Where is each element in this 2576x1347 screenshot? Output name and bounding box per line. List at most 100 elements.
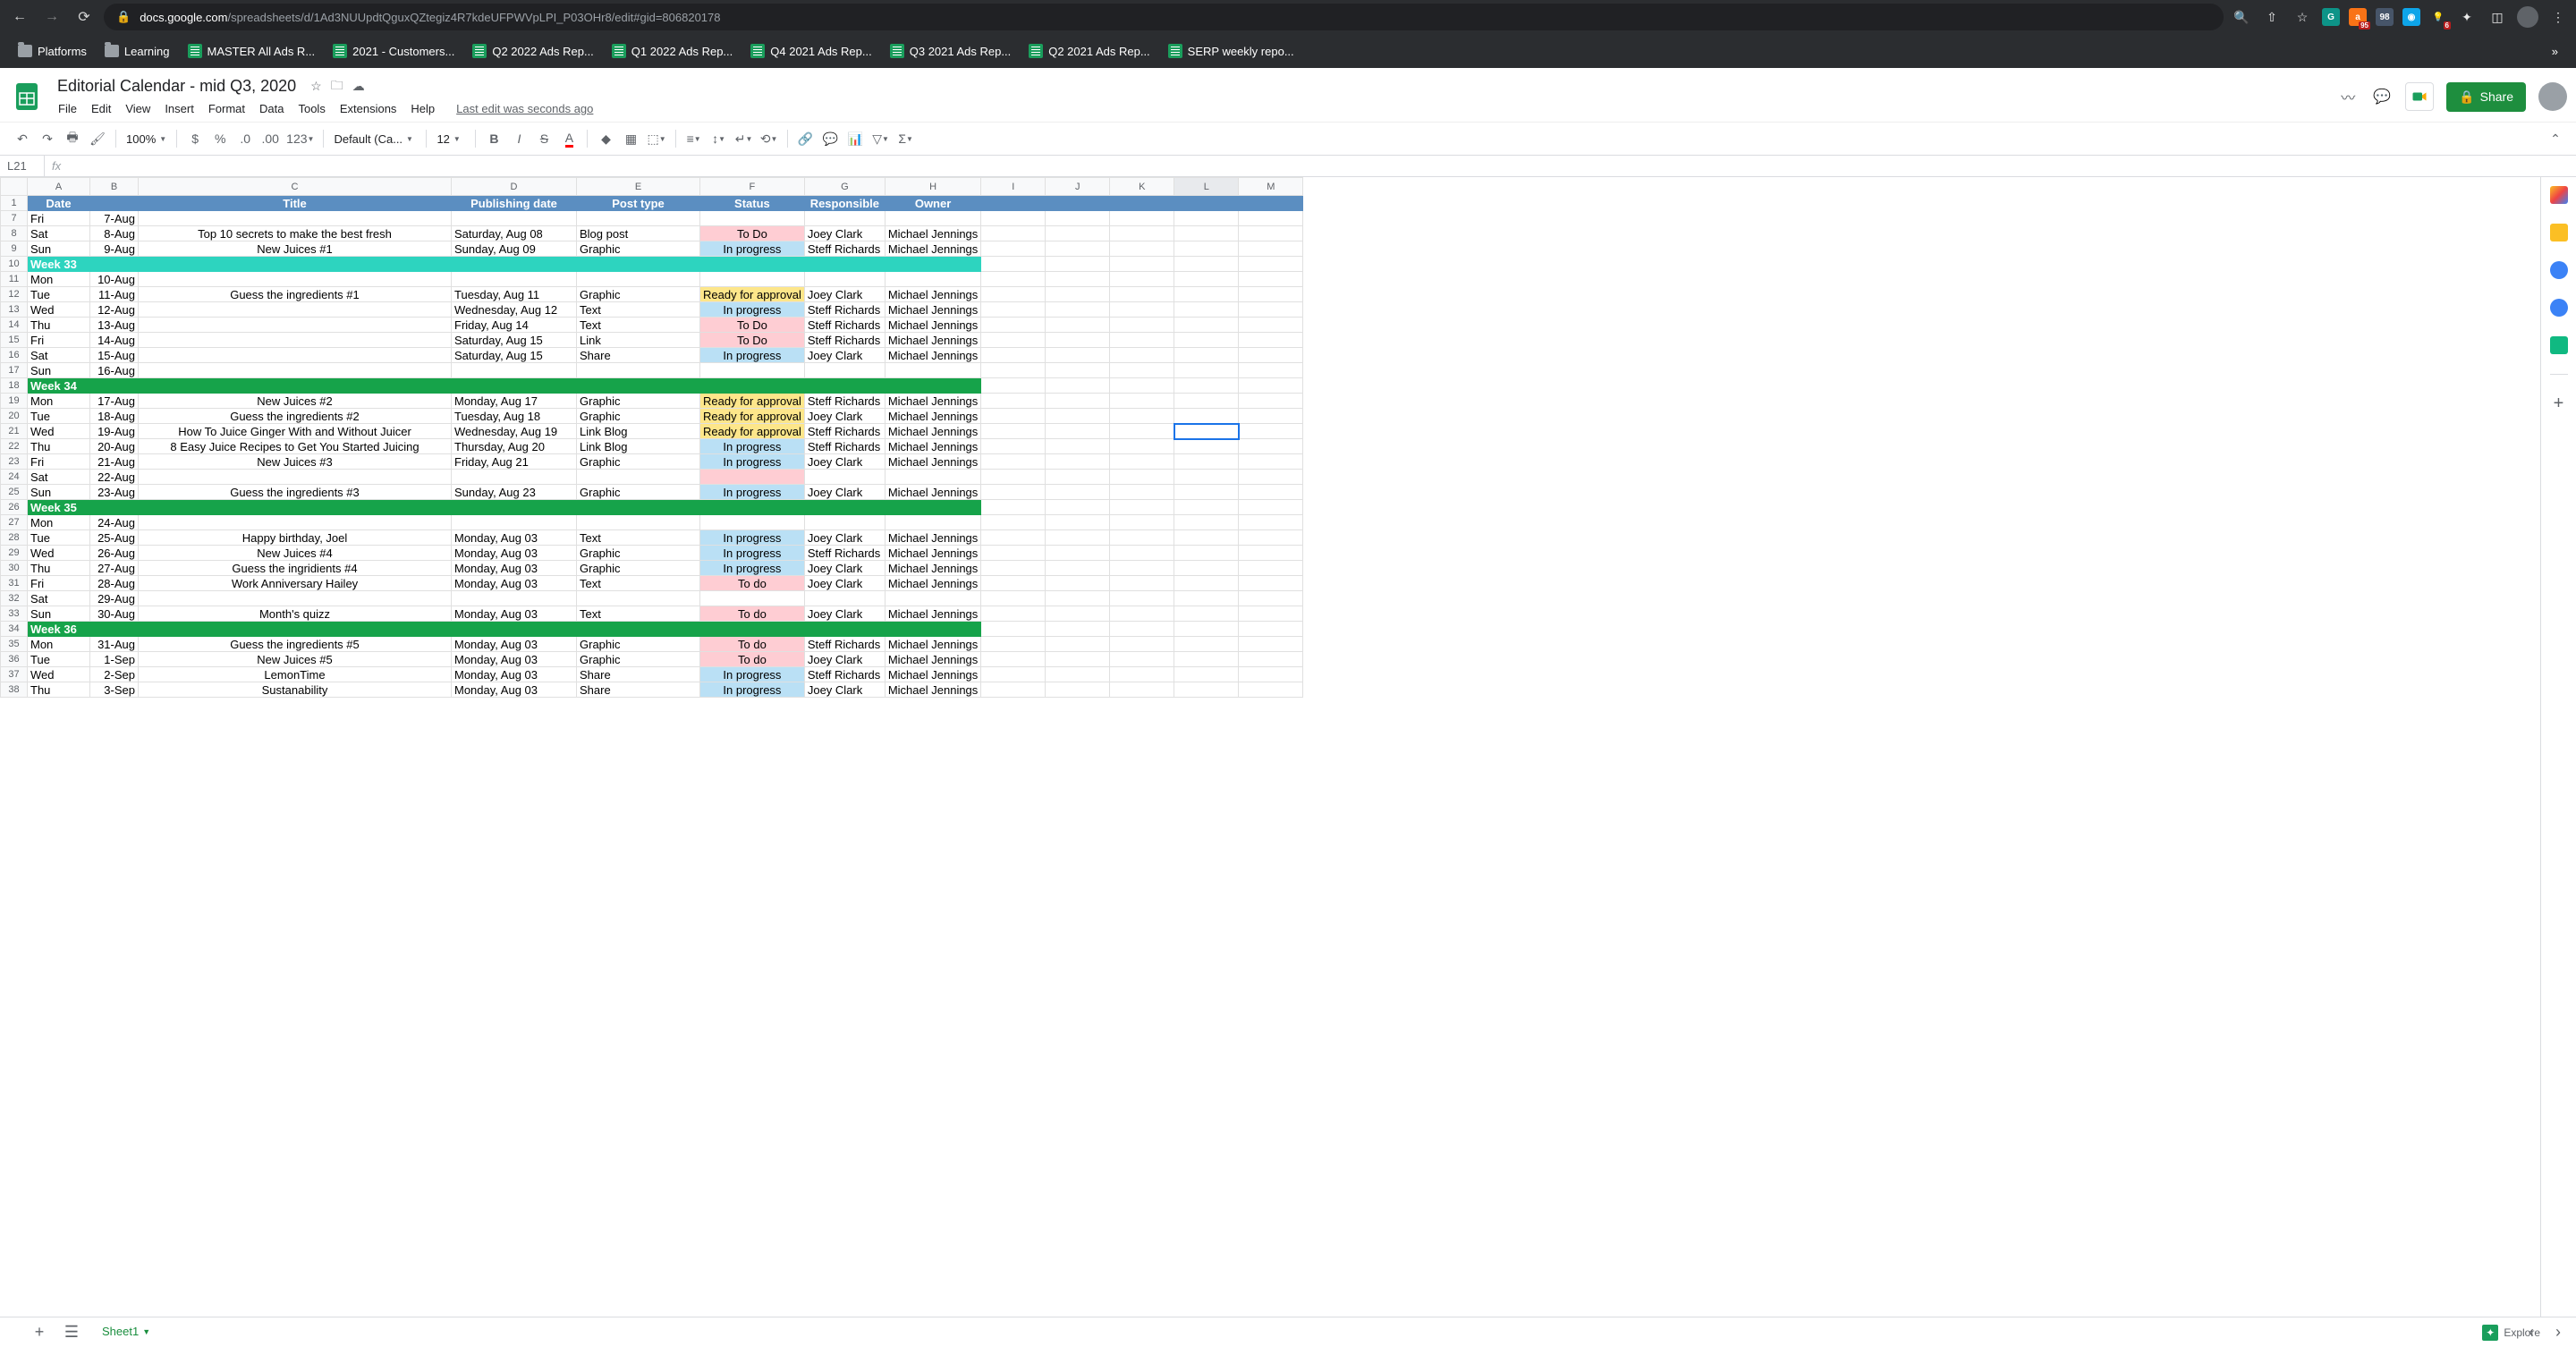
row-header[interactable]: 13 (1, 302, 28, 318)
cell[interactable] (1110, 576, 1174, 591)
select-all-corner[interactable] (1, 178, 28, 196)
cell[interactable] (1239, 606, 1303, 622)
cell[interactable]: Top 10 secrets to make the best fresh (139, 226, 452, 241)
cell[interactable]: Share (577, 348, 700, 363)
cell[interactable] (981, 363, 1046, 378)
row-header[interactable]: 37 (1, 667, 28, 682)
italic-button[interactable]: I (507, 127, 530, 150)
cell[interactable]: Steff Richards (804, 667, 885, 682)
cell[interactable]: Text (577, 318, 700, 333)
side-panel-icon[interactable]: ◫ (2487, 6, 2508, 28)
cell[interactable] (885, 363, 980, 378)
cell[interactable]: Michael Jennings (885, 333, 980, 348)
bookmark-item[interactable]: 2021 - Customers... (326, 40, 462, 62)
cell[interactable]: Graphic (577, 652, 700, 667)
cell[interactable] (981, 439, 1046, 454)
all-sheets-button[interactable]: ☰ (59, 1320, 84, 1345)
bookmark-star-icon[interactable]: ☆ (2292, 6, 2313, 28)
cell[interactable]: 22-Aug (90, 470, 139, 485)
cell[interactable] (1239, 211, 1303, 226)
cell[interactable] (981, 211, 1046, 226)
profile-avatar[interactable] (2517, 6, 2538, 28)
cell[interactable] (1174, 318, 1239, 333)
cell[interactable]: Guess the ingredients #2 (139, 409, 452, 424)
cell[interactable]: To Do (700, 318, 805, 333)
cell[interactable]: Steff Richards (804, 637, 885, 652)
cell[interactable] (1110, 363, 1174, 378)
cell[interactable] (577, 591, 700, 606)
cell[interactable] (1110, 591, 1174, 606)
cell[interactable] (1239, 409, 1303, 424)
undo-button[interactable]: ↶ (11, 127, 34, 150)
cell[interactable] (1174, 682, 1239, 698)
cell[interactable]: 7-Aug (90, 211, 139, 226)
cell[interactable] (1239, 652, 1303, 667)
percent-button[interactable]: % (208, 127, 232, 150)
cell[interactable]: Text (577, 302, 700, 318)
cell[interactable] (139, 470, 452, 485)
cell[interactable]: Michael Jennings (885, 409, 980, 424)
cell[interactable]: Joey Clark (804, 409, 885, 424)
cell[interactable]: Michael Jennings (885, 348, 980, 363)
document-title[interactable]: Editorial Calendar - mid Q3, 2020 (52, 75, 301, 97)
row-header[interactable]: 16 (1, 348, 28, 363)
cell[interactable]: Joey Clark (804, 652, 885, 667)
cell[interactable] (90, 196, 139, 211)
cell[interactable]: Text (577, 606, 700, 622)
cell[interactable] (1174, 348, 1239, 363)
bookmark-item[interactable]: Q2 2022 Ads Rep... (465, 40, 600, 62)
cell[interactable] (1110, 515, 1174, 530)
cell[interactable] (1174, 591, 1239, 606)
cell[interactable] (139, 363, 452, 378)
cell[interactable]: Michael Jennings (885, 226, 980, 241)
functions-button[interactable]: Σ▼ (894, 127, 918, 150)
cell[interactable]: Publishing date (452, 196, 577, 211)
cell[interactable]: Thu (28, 439, 90, 454)
cell[interactable]: Monday, Aug 03 (452, 652, 577, 667)
cell[interactable] (1239, 439, 1303, 454)
cell[interactable] (1174, 561, 1239, 576)
cell[interactable]: Michael Jennings (885, 652, 980, 667)
cell[interactable]: Post type (577, 196, 700, 211)
cell[interactable] (1174, 546, 1239, 561)
cell[interactable] (981, 302, 1046, 318)
cell[interactable] (577, 363, 700, 378)
cell[interactable]: 23-Aug (90, 485, 139, 500)
borders-button[interactable]: ▦ (619, 127, 642, 150)
cell[interactable]: Friday, Aug 14 (452, 318, 577, 333)
chrome-menu-icon[interactable]: ⋮ (2547, 6, 2569, 28)
cell[interactable]: 12-Aug (90, 302, 139, 318)
share-button[interactable]: 🔒Share (2446, 82, 2526, 112)
print-button[interactable]: 🖶 (61, 127, 84, 150)
cell[interactable] (981, 394, 1046, 409)
cell[interactable] (1046, 576, 1110, 591)
account-avatar[interactable] (2538, 82, 2567, 111)
cell[interactable]: In progress (700, 302, 805, 318)
cell[interactable] (981, 424, 1046, 439)
move-icon[interactable]: 🗀 (331, 76, 343, 97)
extension-bulb-icon[interactable]: 💡6 (2429, 8, 2447, 26)
cell[interactable] (1110, 454, 1174, 470)
cell[interactable]: Date (28, 196, 90, 211)
cell[interactable] (577, 211, 700, 226)
currency-button[interactable]: $ (183, 127, 207, 150)
cell[interactable]: Monday, Aug 03 (452, 682, 577, 698)
share-page-icon[interactable]: ⇧ (2261, 6, 2283, 28)
cell[interactable] (1174, 485, 1239, 500)
cell[interactable]: Link Blog (577, 424, 700, 439)
bookmark-item[interactable]: MASTER All Ads R... (181, 40, 323, 62)
cell[interactable] (1046, 409, 1110, 424)
cell[interactable] (1046, 318, 1110, 333)
cell[interactable] (139, 333, 452, 348)
row-header[interactable]: 8 (1, 226, 28, 241)
week-label-cell[interactable]: Week 34 (28, 378, 981, 394)
cell[interactable] (139, 348, 452, 363)
column-header-L[interactable]: L (1174, 178, 1239, 196)
cell[interactable]: Sat (28, 470, 90, 485)
cell[interactable] (1110, 226, 1174, 241)
cell[interactable]: New Juices #3 (139, 454, 452, 470)
cell[interactable]: To do (700, 606, 805, 622)
reload-button[interactable]: ⟳ (72, 4, 97, 30)
cell[interactable] (1174, 211, 1239, 226)
cell[interactable]: 1-Sep (90, 652, 139, 667)
